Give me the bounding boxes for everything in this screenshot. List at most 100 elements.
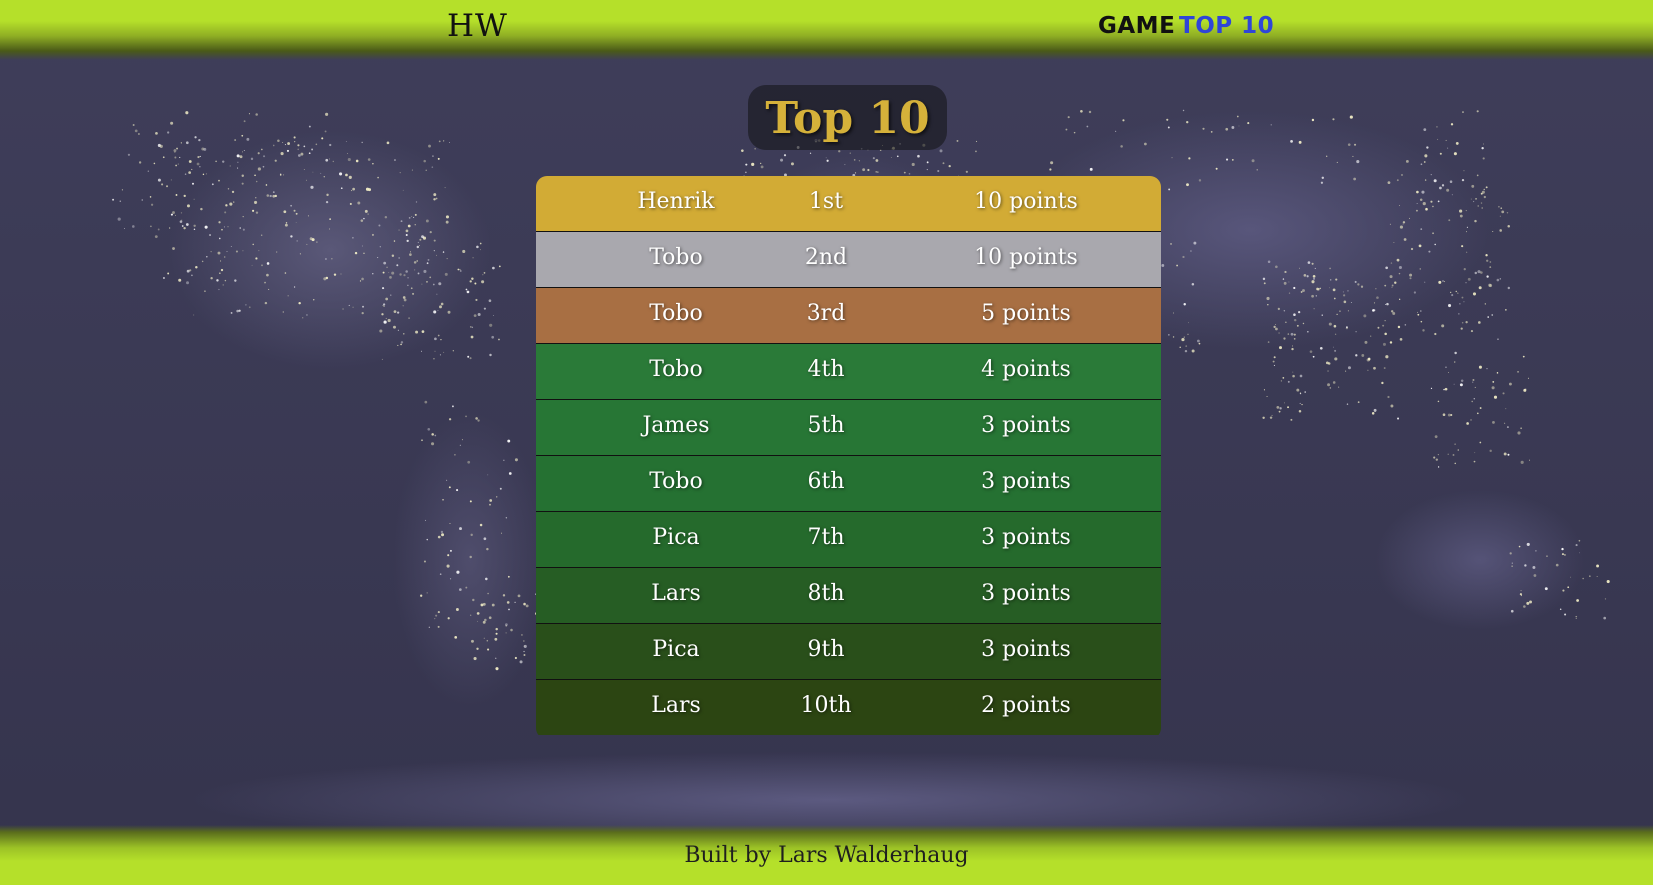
city-light-dot — [741, 149, 744, 152]
city-light-dot — [1437, 454, 1439, 456]
city-light-dot — [384, 215, 388, 219]
city-light-dot — [121, 189, 124, 191]
city-light-dot — [1457, 292, 1459, 294]
city-light-dot — [1596, 564, 1599, 568]
city-light-dot — [454, 635, 458, 639]
city-light-dot — [287, 295, 289, 297]
city-light-dot — [1187, 333, 1189, 335]
city-light-dot — [1236, 115, 1239, 118]
city-light-dot — [381, 313, 384, 316]
city-light-dot — [480, 249, 481, 251]
city-light-dot — [1298, 409, 1302, 413]
city-light-dot — [1446, 188, 1450, 192]
city-light-dot — [1089, 167, 1093, 171]
city-light-dot — [1436, 126, 1438, 128]
city-light-dot — [1445, 366, 1447, 368]
city-light-dot — [399, 273, 402, 276]
city-light-dot — [272, 191, 275, 194]
city-light-dot — [489, 323, 493, 327]
city-light-dot — [1282, 278, 1285, 280]
city-light-dot — [255, 113, 258, 116]
city-light-dot — [175, 194, 178, 196]
city-light-dot — [261, 148, 263, 151]
city-light-dot — [325, 112, 329, 116]
city-light-dot — [1307, 261, 1311, 264]
city-light-dot — [175, 164, 177, 167]
city-light-dot — [1439, 186, 1442, 190]
site-logo[interactable]: HW — [447, 8, 508, 44]
city-light-dot — [449, 522, 451, 525]
city-light-dot — [1432, 232, 1434, 235]
player-name: Tobo — [649, 469, 703, 494]
city-light-dot — [407, 224, 411, 228]
city-light-dot — [239, 227, 241, 229]
city-light-dot — [237, 161, 239, 163]
city-light-dot — [1311, 280, 1315, 284]
city-light-dot — [260, 234, 263, 236]
city-light-dot — [523, 640, 525, 642]
city-light-dot — [1186, 183, 1189, 187]
city-light-dot — [287, 142, 291, 145]
city-light-dot — [1521, 595, 1522, 597]
city-light-dot — [1266, 296, 1270, 301]
city-light-dot — [1449, 291, 1452, 294]
city-light-dot — [1454, 361, 1456, 363]
player-rank: 4th — [807, 357, 845, 382]
city-light-dot — [1502, 392, 1505, 395]
city-light-dot — [361, 245, 363, 247]
city-light-dot — [1080, 109, 1083, 113]
city-light-dot — [432, 155, 434, 157]
city-light-dot — [393, 310, 397, 314]
city-light-dot — [1575, 615, 1578, 618]
city-light-dot — [329, 218, 331, 220]
city-light-dot — [514, 458, 518, 462]
city-light-dot — [1399, 225, 1403, 229]
city-light-dot — [325, 276, 329, 280]
city-light-dot — [1373, 302, 1376, 304]
city-light-dot — [204, 225, 208, 229]
player-points: 2 points — [981, 693, 1071, 718]
city-light-dot — [272, 144, 275, 147]
city-light-dot — [1280, 380, 1283, 382]
city-light-dot — [154, 235, 158, 239]
city-light-dot — [472, 598, 475, 602]
city-light-dot — [1172, 336, 1175, 338]
city-light-dot — [427, 259, 430, 261]
city-light-dot — [150, 203, 154, 206]
city-light-dot — [421, 330, 425, 333]
nav-game-link[interactable]: GAME — [1098, 13, 1175, 39]
city-light-dot — [199, 155, 201, 158]
city-light-dot — [1424, 179, 1427, 181]
city-light-dot — [403, 333, 405, 335]
city-light-dot — [1445, 139, 1447, 142]
city-light-dot — [1485, 254, 1488, 257]
city-light-dot — [1086, 125, 1089, 128]
city-light-dot — [1417, 313, 1420, 316]
city-light-dot — [414, 224, 416, 226]
city-light-dot — [1273, 356, 1276, 359]
city-light-dot — [475, 417, 478, 420]
player-name: Lars — [651, 581, 701, 606]
city-light-dot — [1478, 286, 1482, 290]
city-light-dot — [248, 306, 251, 309]
city-light-dot — [1403, 238, 1407, 241]
city-light-dot — [433, 250, 435, 252]
city-light-dot — [372, 273, 374, 275]
city-light-dot — [268, 288, 270, 291]
city-light-dot — [1115, 130, 1117, 133]
player-points: 3 points — [981, 413, 1071, 438]
city-light-dot — [352, 237, 354, 239]
city-light-dot — [255, 180, 258, 183]
city-light-dot — [479, 523, 483, 527]
city-light-dot — [449, 142, 451, 143]
nav-top10-link[interactable]: TOP 10 — [1179, 13, 1274, 39]
city-light-dot — [1306, 275, 1309, 278]
city-light-dot — [1381, 381, 1384, 385]
city-light-dot — [1424, 281, 1426, 283]
city-light-dot — [185, 111, 189, 115]
city-light-dot — [1454, 462, 1457, 465]
city-light-dot — [425, 169, 427, 171]
city-light-dot — [206, 256, 208, 258]
city-light-dot — [234, 139, 237, 141]
city-light-dot — [479, 242, 482, 245]
